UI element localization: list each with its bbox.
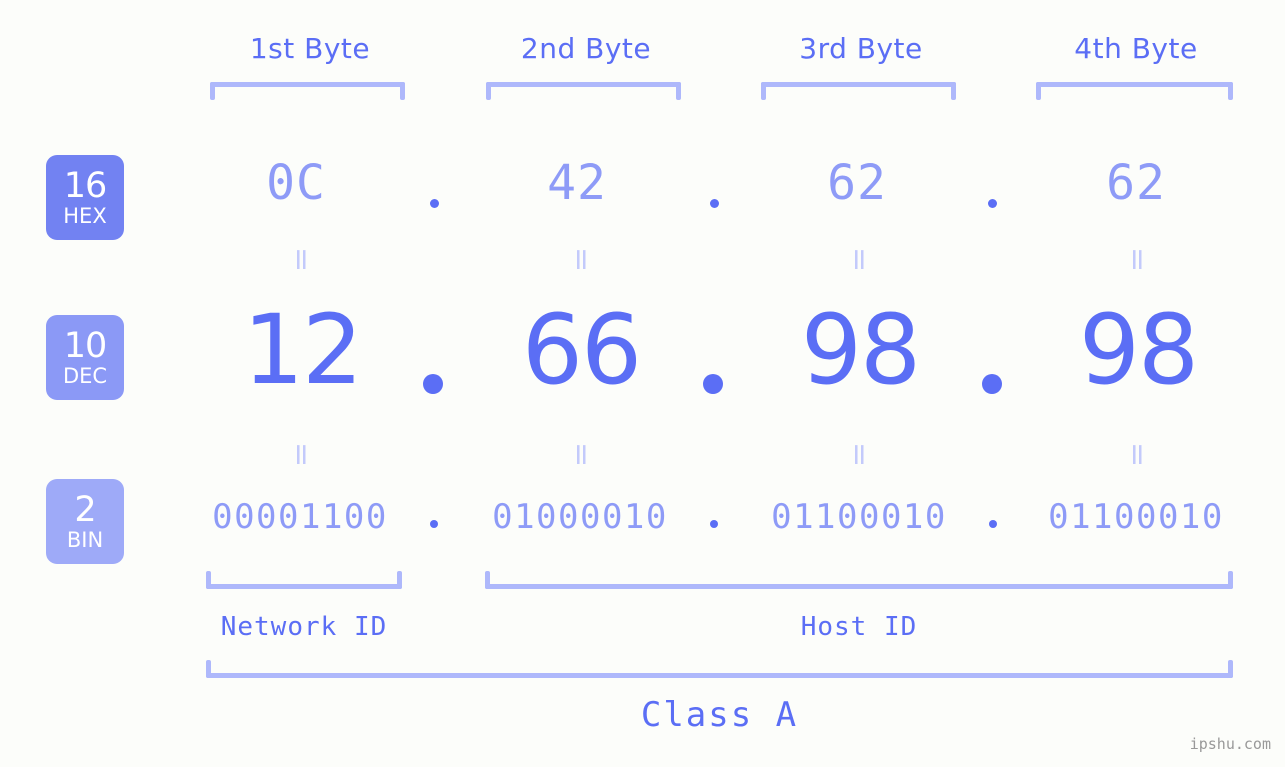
radix-badge-dec[interactable]: 10 DEC [46,315,124,400]
site-watermark: ipshu.com [1189,735,1271,753]
bracket-bar [206,673,1233,678]
bin-separator-dot-1 [430,520,438,528]
byte-bracket-3 [761,82,956,100]
ip-address-breakdown-diagram: 1st Byte 2nd Byte 3rd Byte 4th Byte 16 H… [0,0,1285,767]
radix-badge-label: DEC [62,363,108,388]
equals-mark-hex-dec-1: = [284,247,319,273]
class-label: Class A [640,695,799,735]
byte-bracket-4 [1036,82,1233,100]
byte-bracket-2 [486,82,681,100]
hex-separator-dot-2 [710,199,719,208]
dec-separator-dot-2 [703,374,723,394]
equals-mark-dec-bin-4: = [1120,442,1155,468]
bin-byte-3: 01100010 [771,497,947,537]
bracket-tick-left [1036,82,1041,100]
equals-mark-hex-dec-2: = [564,247,599,273]
byte-header-3: 3rd Byte [799,32,923,65]
radix-badge-number: 10 [63,325,108,366]
bracket-bar [485,584,1233,589]
hex-byte-3: 62 [827,155,887,211]
bracket-bar [486,82,681,87]
equals-mark-hex-dec-3: = [842,247,877,273]
bin-byte-1: 00001100 [212,497,388,537]
hex-separator-dot-3 [988,199,997,208]
radix-badge-hex[interactable]: 16 HEX [46,155,124,240]
network-id-bracket [206,571,402,589]
host-id-bracket [485,571,1233,589]
bracket-tick-right [397,571,402,589]
equals-mark-dec-bin-3: = [842,442,877,468]
bracket-tick-left [206,660,211,678]
dec-separator-dot-1 [423,374,443,394]
bracket-tick-left [206,571,211,589]
equals-mark-dec-bin-1: = [284,442,319,468]
bin-byte-4: 01100010 [1048,497,1224,537]
dec-byte-3: 98 [800,294,921,406]
class-bracket [206,660,1233,678]
bracket-tick-left [486,82,491,100]
equals-mark-hex-dec-4: = [1120,247,1155,273]
dec-byte-1: 12 [242,294,363,406]
radix-badge-number: 2 [74,489,96,530]
bin-separator-dot-2 [710,520,718,528]
host-id-label: Host ID [800,612,918,642]
bracket-tick-right [1228,82,1233,100]
hex-byte-4: 62 [1106,155,1166,211]
bracket-tick-left [485,571,490,589]
bracket-tick-right [1228,660,1233,678]
byte-header-1: 1st Byte [249,32,371,65]
radix-badge-number: 16 [63,165,108,206]
bracket-tick-right [951,82,956,100]
bracket-bar [206,584,402,589]
bracket-tick-right [676,82,681,100]
bracket-bar [210,82,405,87]
byte-header-2: 2nd Byte [520,32,652,65]
hex-byte-1: 0C [266,155,326,211]
dec-byte-4: 98 [1078,294,1199,406]
bracket-tick-left [210,82,215,100]
dec-byte-2: 66 [521,294,642,406]
byte-bracket-1 [210,82,405,100]
bin-separator-dot-3 [989,520,997,528]
bracket-tick-left [761,82,766,100]
radix-badge-label: HEX [63,203,107,228]
hex-separator-dot-1 [430,199,439,208]
radix-badge-label: BIN [66,527,104,552]
bracket-tick-right [1228,571,1233,589]
radix-badge-bin[interactable]: 2 BIN [46,479,124,564]
equals-mark-dec-bin-2: = [564,442,599,468]
hex-byte-2: 42 [547,155,607,211]
bracket-bar [1036,82,1233,87]
dec-separator-dot-3 [982,374,1002,394]
bin-byte-2: 01000010 [492,497,668,537]
network-id-label: Network ID [220,612,388,642]
bracket-bar [761,82,956,87]
byte-header-4: 4th Byte [1074,32,1198,65]
bracket-tick-right [400,82,405,100]
